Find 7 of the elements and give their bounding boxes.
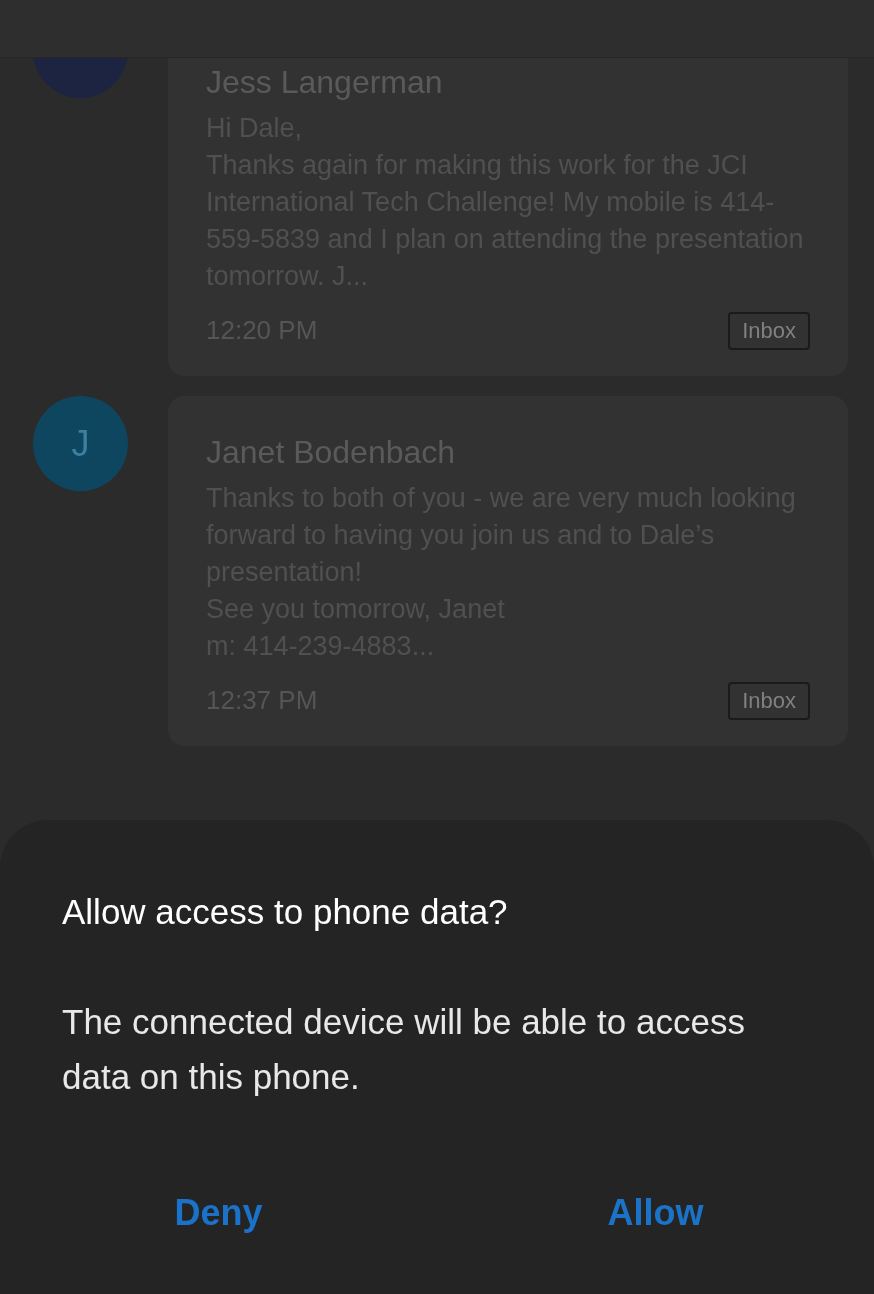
allow-button[interactable]: Allow [437, 1174, 874, 1252]
avatar: J [33, 396, 128, 491]
deny-button[interactable]: Deny [0, 1174, 437, 1252]
dialog-title: Allow access to phone data? [62, 891, 509, 933]
dialog-message: The connected device will be able to access data on this phone. [62, 1001, 746, 1098]
folder-tag: Inbox [728, 311, 810, 350]
folder-tag: Inbox [728, 681, 810, 720]
